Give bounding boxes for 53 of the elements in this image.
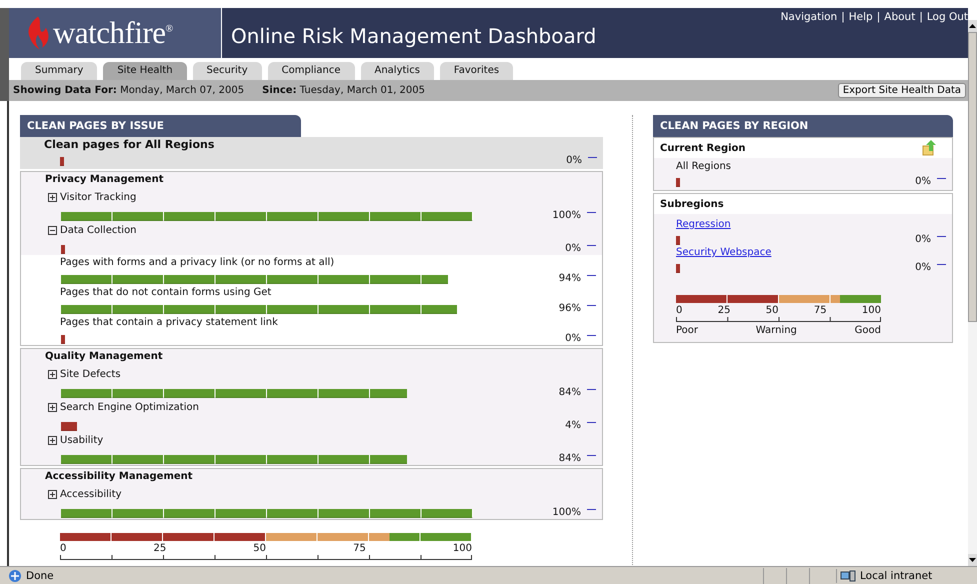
page-title: Online Risk Management Dashboard bbox=[231, 24, 596, 48]
info-text: Since: Tuesday, March 01, 2005 bbox=[262, 85, 426, 96]
panel-header: CLEAN PAGES BY ISSUE bbox=[20, 115, 301, 137]
item-label: Visitor Tracking bbox=[60, 192, 136, 203]
percent-value: 84% bbox=[558, 387, 581, 398]
percent-value: 0% bbox=[565, 333, 581, 344]
group-title: Quality Management bbox=[44, 350, 164, 364]
section-title: Current Region bbox=[660, 142, 746, 154]
percent-value: 0% bbox=[915, 234, 931, 245]
tick-label: 50 bbox=[253, 543, 266, 555]
item-label: Data Collection bbox=[60, 225, 137, 236]
logo: watchfire$^{®}$ bbox=[53, 15, 173, 51]
percent-value: 0% bbox=[915, 176, 931, 187]
legend-label: Poor bbox=[676, 325, 698, 337]
percent-value: 96% bbox=[558, 303, 581, 314]
tick-label: 75 bbox=[353, 543, 366, 555]
item-label: Search Engine Optimization bbox=[60, 402, 199, 413]
section-title: Subregions bbox=[660, 198, 724, 210]
item-label: Pages that do not contain forms using Get bbox=[60, 286, 272, 298]
percent-value: 0% bbox=[915, 262, 931, 273]
group-title: Accessibility Management bbox=[44, 470, 194, 484]
item-label: Pages that contain a privacy statement link bbox=[60, 316, 278, 328]
link-separator: | bbox=[876, 11, 880, 23]
link-separator: | bbox=[841, 11, 845, 23]
tick-label: 25 bbox=[153, 543, 166, 555]
status-text: Done bbox=[26, 570, 54, 582]
percent-value: 100% bbox=[552, 210, 581, 221]
panel-header: CLEAN PAGES BY REGION bbox=[653, 115, 953, 137]
percent-value: 100% bbox=[552, 507, 581, 518]
link-separator: | bbox=[919, 11, 923, 23]
tick-label: 100 bbox=[452, 543, 472, 555]
percent-value: 0% bbox=[565, 243, 581, 254]
region-name: All Regions bbox=[676, 161, 732, 172]
tick-label: 100 bbox=[862, 305, 881, 317]
percent-value: 0% bbox=[566, 155, 582, 166]
item-label: Accessibility bbox=[60, 489, 122, 500]
item-label: Site Defects bbox=[60, 369, 121, 380]
info-text: Showing Data For: Monday, March 07, 2005 bbox=[13, 85, 244, 96]
tick-label: 0 bbox=[60, 543, 66, 555]
percent-value: 94% bbox=[558, 273, 581, 284]
tick-label: 50 bbox=[766, 305, 778, 317]
tick-label: 0 bbox=[676, 305, 682, 317]
group-title: Privacy Management bbox=[44, 173, 164, 187]
tick-label: 75 bbox=[814, 305, 827, 317]
zone-text: Local intranet bbox=[860, 570, 932, 582]
legend-label: Good bbox=[854, 325, 881, 337]
percent-value: 84% bbox=[558, 453, 581, 464]
legend-label: Warning bbox=[756, 325, 797, 337]
tick-label: 25 bbox=[718, 305, 730, 317]
item-label: Usability bbox=[60, 435, 104, 446]
percent-value: 4% bbox=[565, 420, 581, 431]
summary-label: Clean pages for All Regions bbox=[43, 138, 216, 151]
item-label: Pages with forms and a privacy link (or no forms at all) bbox=[60, 256, 334, 268]
